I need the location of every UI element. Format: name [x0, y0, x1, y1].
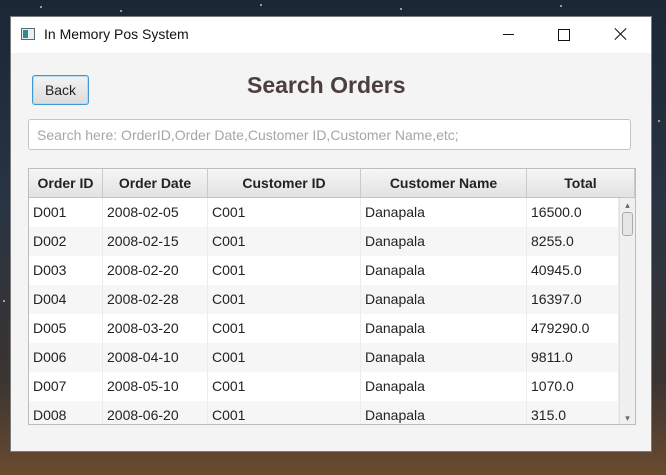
cell-customer-name: Danapala — [361, 372, 527, 401]
close-button[interactable] — [599, 17, 645, 53]
table-row[interactable]: D006 2008-04-10 C001 Danapala 9811.0 — [29, 343, 619, 372]
maximize-icon — [558, 29, 570, 41]
cell-total: 315.0 — [527, 401, 619, 424]
cell-customer-name: Danapala — [361, 401, 527, 424]
cell-order-id: D005 — [29, 314, 103, 343]
column-header-customer-name[interactable]: Customer Name — [361, 169, 527, 197]
cell-customer-name: Danapala — [361, 227, 527, 256]
app-window-icon — [21, 28, 35, 40]
cell-customer-name: Danapala — [361, 285, 527, 314]
cell-customer-id: C001 — [208, 227, 361, 256]
cell-customer-name: Danapala — [361, 314, 527, 343]
table-row[interactable]: D007 2008-05-10 C001 Danapala 1070.0 — [29, 372, 619, 401]
cell-total: 16500.0 — [527, 198, 619, 227]
column-header-order-id[interactable]: Order ID — [29, 169, 103, 197]
column-header-order-date[interactable]: Order Date — [103, 169, 208, 197]
cell-order-id: D003 — [29, 256, 103, 285]
cell-customer-id: C001 — [208, 343, 361, 372]
table-row[interactable]: D005 2008-03-20 C001 Danapala 479290.0 — [29, 314, 619, 343]
cell-order-date: 2008-03-20 — [103, 314, 208, 343]
page-title: Search Orders — [247, 72, 406, 98]
cell-order-id: D007 — [29, 372, 103, 401]
cell-customer-name: Danapala — [361, 198, 527, 227]
cell-order-id: D004 — [29, 285, 103, 314]
chevron-up-icon[interactable]: ▴ — [623, 200, 632, 210]
cell-total: 16397.0 — [527, 285, 619, 314]
table-row[interactable]: D004 2008-02-28 C001 Danapala 16397.0 — [29, 285, 619, 314]
title-bar[interactable]: In Memory Pos System — [11, 17, 651, 53]
cell-customer-name: Danapala — [361, 256, 527, 285]
cell-order-date: 2008-02-15 — [103, 227, 208, 256]
table-body: D001 2008-02-05 C001 Danapala 16500.0 D0… — [29, 198, 619, 424]
back-button[interactable]: Back — [32, 75, 89, 105]
cell-customer-id: C001 — [208, 372, 361, 401]
table-vertical-scrollbar[interactable]: ▴ ▾ — [619, 198, 635, 424]
cell-order-date: 2008-06-20 — [103, 401, 208, 424]
cell-customer-name: Danapala — [361, 343, 527, 372]
cell-order-id: D002 — [29, 227, 103, 256]
cell-order-id: D008 — [29, 401, 103, 424]
cell-customer-id: C001 — [208, 198, 361, 227]
window-title: In Memory Pos System — [44, 26, 189, 42]
app-window: In Memory Pos System Back Search Orders … — [10, 16, 652, 452]
cell-total: 1070.0 — [527, 372, 619, 401]
cell-order-id: D006 — [29, 343, 103, 372]
search-input[interactable] — [28, 119, 631, 150]
column-header-customer-id[interactable]: Customer ID — [208, 169, 361, 197]
chevron-down-icon[interactable]: ▾ — [623, 413, 632, 423]
cell-order-id: D001 — [29, 198, 103, 227]
minimize-icon — [503, 34, 514, 35]
table-header: Order ID Order Date Customer ID Customer… — [29, 169, 635, 198]
cell-customer-id: C001 — [208, 401, 361, 424]
table-row[interactable]: D003 2008-02-20 C001 Danapala 40945.0 — [29, 256, 619, 285]
scrollbar-thumb[interactable] — [622, 212, 633, 236]
column-header-total[interactable]: Total — [527, 169, 635, 197]
cell-order-date: 2008-02-28 — [103, 285, 208, 314]
table-row[interactable]: D008 2008-06-20 C001 Danapala 315.0 — [29, 401, 619, 424]
cell-total: 479290.0 — [527, 314, 619, 343]
minimize-button[interactable] — [485, 17, 531, 53]
cell-customer-id: C001 — [208, 285, 361, 314]
cell-total: 9811.0 — [527, 343, 619, 372]
table-row[interactable]: D002 2008-02-15 C001 Danapala 8255.0 — [29, 227, 619, 256]
close-icon — [614, 27, 628, 41]
maximize-button[interactable] — [541, 17, 587, 53]
cell-total: 8255.0 — [527, 227, 619, 256]
cell-order-date: 2008-02-20 — [103, 256, 208, 285]
cell-total: 40945.0 — [527, 256, 619, 285]
cell-order-date: 2008-05-10 — [103, 372, 208, 401]
cell-customer-id: C001 — [208, 314, 361, 343]
cell-order-date: 2008-02-05 — [103, 198, 208, 227]
cell-order-date: 2008-04-10 — [103, 343, 208, 372]
cell-customer-id: C001 — [208, 256, 361, 285]
table-row[interactable]: D001 2008-02-05 C001 Danapala 16500.0 — [29, 198, 619, 227]
orders-table: Order ID Order Date Customer ID Customer… — [28, 168, 636, 425]
